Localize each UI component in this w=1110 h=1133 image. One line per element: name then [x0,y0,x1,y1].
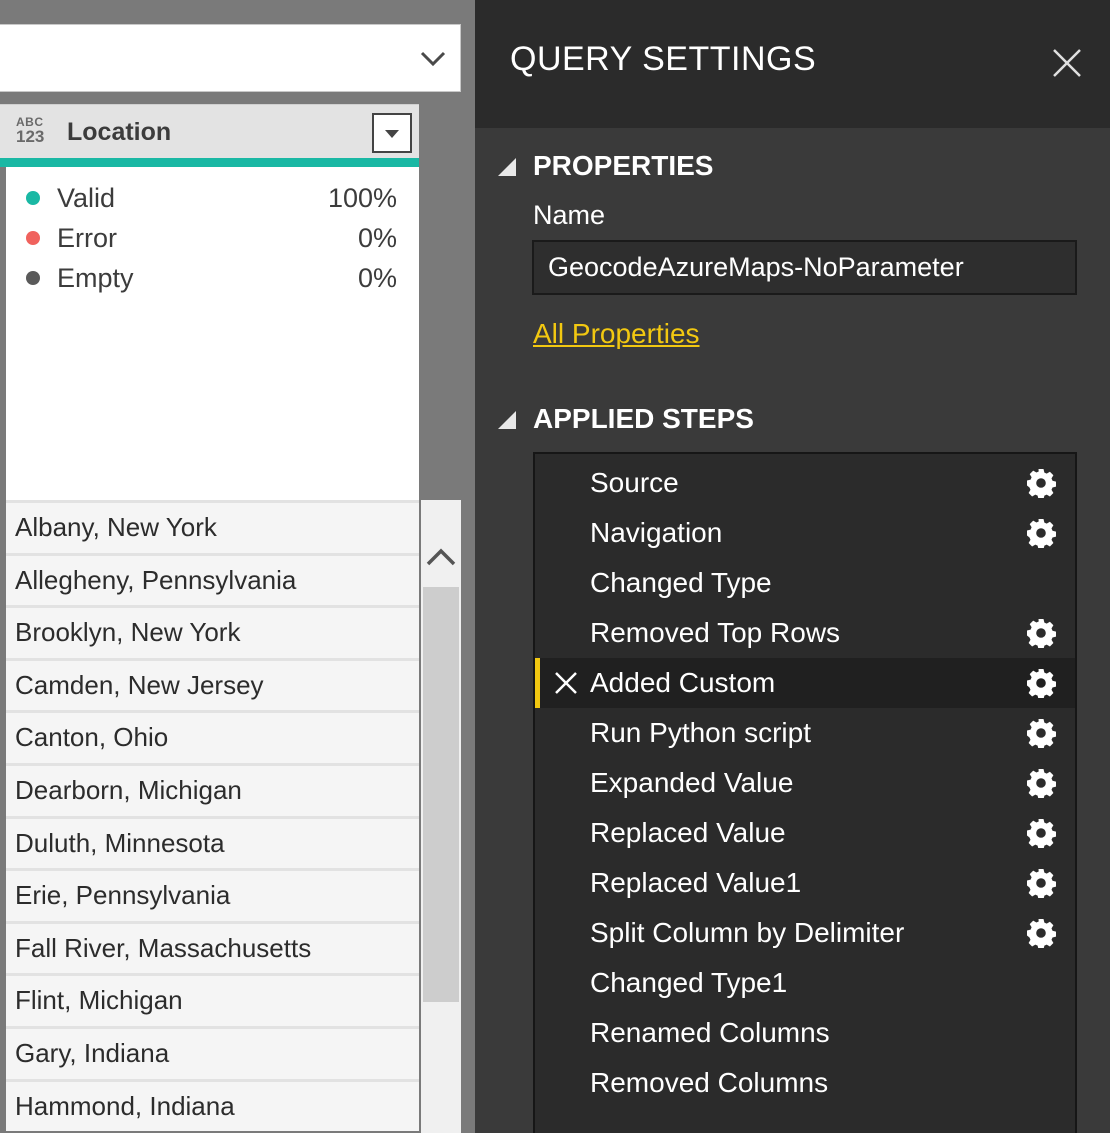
cell-value: Dearborn, Michigan [15,774,242,805]
cell-value: Canton, Ohio [15,722,169,753]
quality-label: Error [57,223,117,253]
column-header[interactable]: ABC 123 Location [0,104,419,158]
quality-value: 0% [357,263,397,293]
quality-row-valid: Valid 100% [6,178,419,218]
table-row[interactable]: Fall River, Massachusetts [6,920,419,974]
column-quality-bar [0,158,419,167]
cell-value: Erie, Pennsylvania [15,880,231,911]
cell-value: Gary, Indiana [15,1037,170,1068]
data-rows: Albany, New York Allegheny, Pennsylvania… [6,500,419,1132]
table-row[interactable]: Canton, Ohio [6,710,419,763]
applied-step[interactable]: Navigation [535,508,1075,558]
applied-step-label: Renamed Columns [590,1017,830,1048]
applied-steps-list: Source Navigation Changed Type Removed Top … [533,452,1077,1133]
all-properties-link[interactable]: All Properties [533,318,700,350]
gear-icon[interactable] [1026,468,1057,500]
dropdown-arrow-icon [385,130,399,138]
column-filter-button[interactable] [372,113,412,153]
table-row[interactable]: Flint, Michigan [6,973,419,1026]
applied-step-label: Added Custom [590,667,776,698]
empty-dot-icon [26,271,40,285]
scrollbar-thumb[interactable] [423,587,459,1002]
gear-icon[interactable] [1026,718,1057,750]
query-name-input[interactable] [532,240,1077,295]
section-title: PROPERTIES [533,150,714,181]
cell-value: Fall River, Massachusetts [15,932,312,963]
cell-value: Allegheny, Pennsylvania [15,564,297,595]
column-quality-panel: Valid 100% Error 0% Empty 0% [6,167,419,500]
gear-icon[interactable] [1026,668,1057,700]
applied-step[interactable]: Removed Top Rows [535,608,1075,658]
applied-step[interactable]: Removed Columns [535,1058,1075,1108]
table-row[interactable]: Albany, New York [6,500,419,553]
gear-icon[interactable] [1026,618,1057,650]
table-row[interactable]: Hammond, Indiana [6,1078,419,1132]
gear-icon[interactable] [1026,818,1057,850]
section-title: APPLIED STEPS [533,403,754,434]
gear-icon[interactable] [1026,918,1057,950]
cell-value: Camden, New Jersey [15,669,264,700]
quality-row-empty: Empty 0% [6,258,419,298]
table-row[interactable]: Camden, New Jersey [6,657,419,711]
type-icon-123: 123 [16,127,45,146]
name-label: Name [533,200,606,230]
applied-step[interactable]: Source [535,458,1075,508]
table-row[interactable]: Erie, Pennsylvania [6,868,419,921]
data-type-any-icon[interactable]: ABC 123 [16,115,50,149]
formula-bar[interactable] [0,24,461,92]
scroll-up-chevron-icon[interactable] [421,538,461,574]
panel-title: QUERY SETTINGS [510,40,817,78]
applied-step-label: Source [590,467,679,498]
quality-label: Valid [57,183,116,213]
error-dot-icon [26,231,40,245]
table-row[interactable]: Allegheny, Pennsylvania [6,552,419,606]
applied-step[interactable]: Added Custom [535,658,1075,708]
column-name: Location [67,118,172,146]
quality-value: 0% [357,223,397,253]
applied-step[interactable]: Changed Type1 [535,958,1075,1008]
applied-step[interactable]: Split Column by Delimiter [535,908,1075,958]
quality-label: Empty [57,263,134,293]
cell-value: Duluth, Minnesota [15,827,225,858]
applied-step[interactable]: Renamed Columns [535,1008,1075,1058]
applied-step[interactable]: Expanded Value [535,758,1075,808]
table-row[interactable]: Duluth, Minnesota [6,815,419,869]
valid-dot-icon [26,191,40,205]
cell-value: Hammond, Indiana [15,1090,235,1121]
gear-icon[interactable] [1026,868,1057,900]
applied-step-label: Split Column by Delimiter [590,917,905,948]
gear-icon[interactable] [1026,518,1057,550]
cell-value: Albany, New York [15,512,217,542]
gear-icon[interactable] [1026,768,1057,800]
quality-value: 100% [327,183,397,213]
collapse-triangle-icon [498,411,516,429]
table-row[interactable]: Brooklyn, New York [6,605,419,658]
applied-step-label: Run Python script [590,717,811,748]
table-row[interactable]: Gary, Indiana [6,1025,419,1079]
data-grid-area: ABC 123 Location Valid 100% Error 0% Emp… [0,0,475,1133]
query-settings-panel: QUERY SETTINGS PROPERTIES Name All Prope… [475,0,1110,1133]
applied-step[interactable]: Changed Type [535,558,1075,608]
applied-step-label: Replaced Value [590,817,786,848]
cell-value: Flint, Michigan [15,985,183,1016]
cell-value: Brooklyn, New York [15,617,241,648]
close-icon[interactable] [1050,46,1084,80]
applied-step-label: Removed Top Rows [590,617,841,648]
applied-step[interactable]: Run Python script [535,708,1075,758]
applied-step-label: Expanded Value [590,767,794,798]
delete-step-icon[interactable] [553,670,579,696]
table-row[interactable]: Dearborn, Michigan [6,762,419,816]
chevron-down-icon[interactable] [418,45,448,73]
applied-step-label: Changed Type [590,567,772,598]
query-settings-header: QUERY SETTINGS [475,0,1110,128]
applied-step[interactable]: Replaced Value [535,808,1075,858]
applied-step-label: Removed Columns [590,1067,829,1098]
applied-step-label: Changed Type1 [590,967,788,998]
applied-step[interactable]: Replaced Value1 [535,858,1075,908]
applied-step-label: Navigation [590,517,723,548]
quality-row-error: Error 0% [6,218,419,258]
vertical-scrollbar[interactable] [421,500,461,1133]
collapse-triangle-icon [498,158,516,176]
applied-step-label: Replaced Value1 [590,867,802,898]
